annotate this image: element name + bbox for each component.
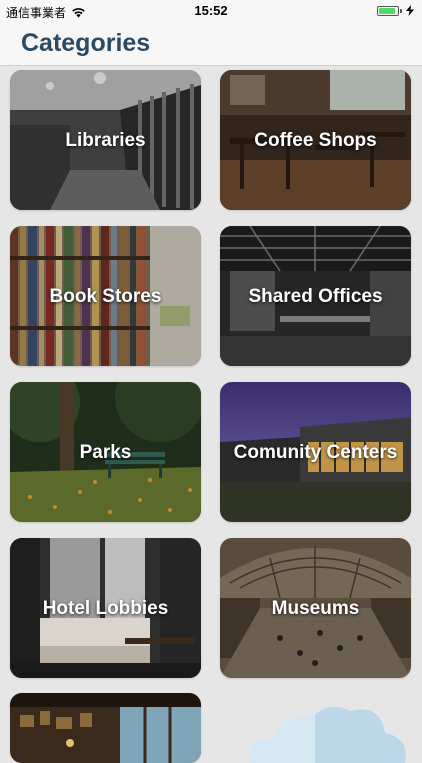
battery-tip — [400, 8, 402, 13]
category-card-coffee-shops[interactable]: Coffee Shops — [220, 70, 411, 210]
category-label: Comunity Centers — [233, 442, 398, 463]
category-label: Hotel Lobbies — [42, 598, 169, 619]
page-title: Categories — [21, 29, 151, 57]
category-label: Museums — [271, 598, 360, 619]
cloud-illustration — [249, 705, 406, 763]
category-card-partial[interactable] — [10, 693, 201, 763]
status-time: 15:52 — [194, 3, 228, 18]
nav-bar: Categories — [0, 22, 422, 66]
category-label: Book Stores — [49, 286, 162, 307]
category-card-parks[interactable]: Parks — [10, 382, 201, 522]
category-card-comunity-centers[interactable]: Comunity Centers — [220, 382, 411, 522]
partial-category-image — [10, 693, 201, 763]
category-card-shared-offices[interactable]: Shared Offices — [220, 226, 411, 366]
category-label: Parks — [79, 442, 132, 463]
charging-bolt-icon — [406, 5, 414, 16]
category-card-book-stores[interactable]: Book Stores — [10, 226, 201, 366]
category-label: Coffee Shops — [254, 130, 377, 151]
category-label: Shared Offices — [248, 286, 383, 307]
battery-fill — [379, 7, 396, 14]
category-grid[interactable]: Libraries Coffee Shops Book Stores Share… — [0, 66, 422, 763]
status-bar: 通信事業者 15:52 — [0, 0, 422, 22]
battery-icon — [377, 5, 402, 16]
category-card-hotel-lobbies[interactable]: Hotel Lobbies — [10, 538, 201, 678]
status-right — [377, 5, 414, 16]
category-label: Libraries — [65, 130, 146, 151]
category-card-libraries[interactable]: Libraries — [10, 70, 201, 210]
category-card-museums[interactable]: Museums — [220, 538, 411, 678]
